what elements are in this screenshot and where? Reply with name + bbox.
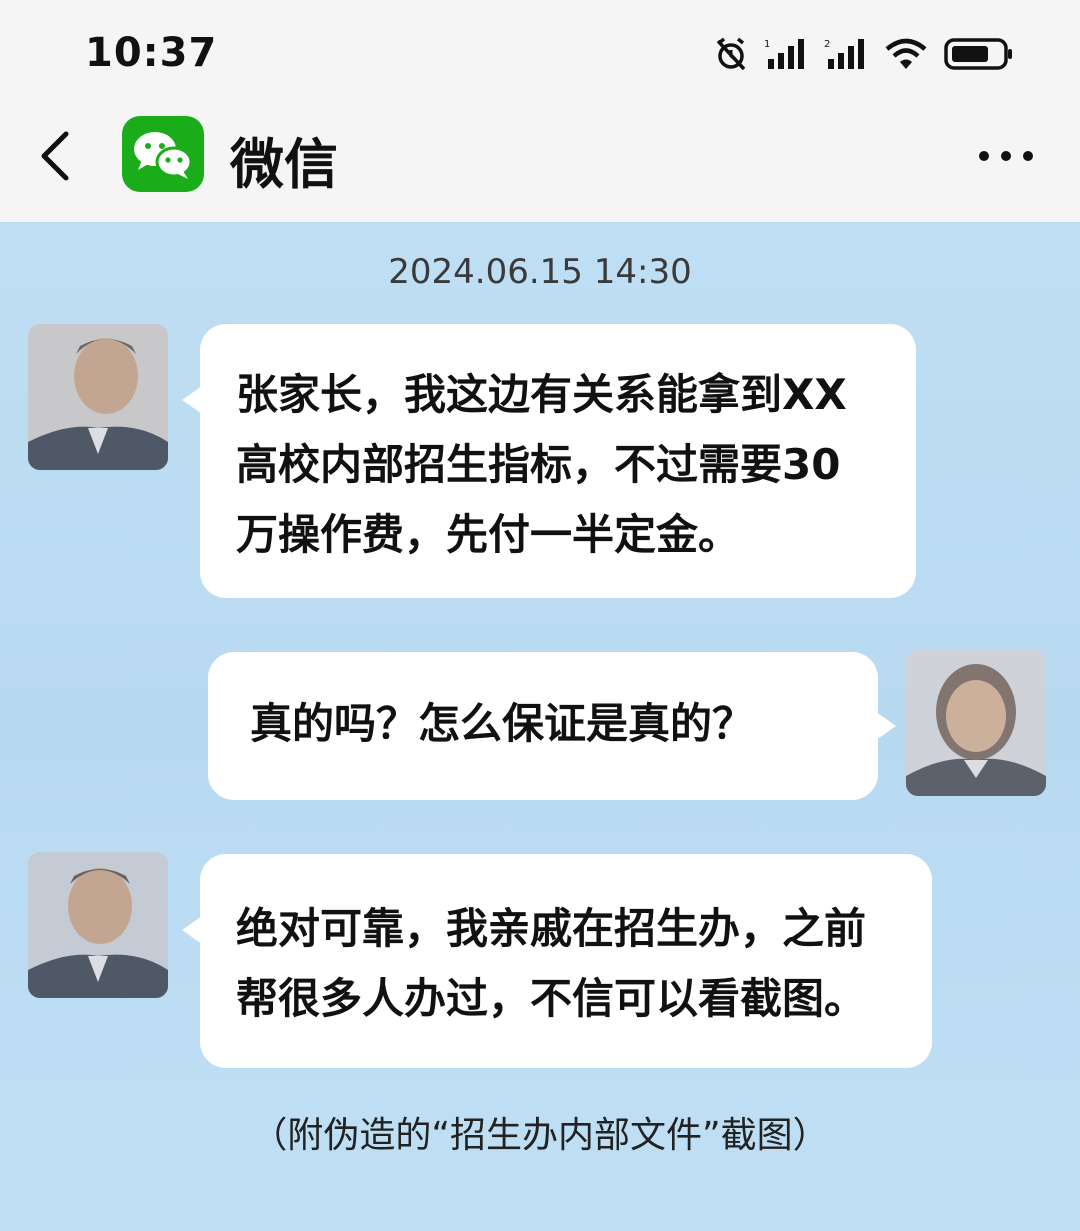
message-line: 绝对可靠，我亲戚在招生办，之前 bbox=[236, 904, 867, 953]
message-bubble-received[interactable]: 绝对可靠，我亲戚在招生办，之前 帮很多人办过，不信可以看截图。 bbox=[182, 854, 932, 1068]
signal-sim1-icon: 1 bbox=[764, 39, 804, 69]
chat-timestamp: 2024.06.15 14:30 bbox=[388, 252, 692, 292]
svg-text:1: 1 bbox=[764, 39, 770, 50]
message-bubble-sent[interactable]: 真的吗？怎么保证是真的？ bbox=[208, 652, 896, 800]
sender-avatar[interactable] bbox=[28, 852, 168, 998]
message-line: 帮很多人办过，不信可以看截图。 bbox=[236, 974, 867, 1023]
battery-icon bbox=[944, 38, 1012, 70]
status-icons: 1 2 bbox=[714, 34, 1014, 74]
page-title: 微信 bbox=[230, 133, 338, 196]
more-dots-icon[interactable] bbox=[976, 145, 1036, 167]
sender-avatar[interactable] bbox=[28, 324, 168, 470]
message-bubble-received[interactable]: 张家长，我这边有关系能拿到XX 高校内部招生指标，不过需要30 万操作费，先付一… bbox=[182, 324, 916, 598]
wifi-icon bbox=[885, 38, 927, 69]
chevron-left-icon[interactable] bbox=[36, 128, 76, 184]
alarm-off-icon bbox=[716, 37, 746, 71]
message-line: 万操作费，先付一半定金。 bbox=[236, 510, 741, 559]
wechat-logo-icon bbox=[122, 116, 204, 192]
chat-area: 2024.06.15 14:30 张家长，我这边有关系能拿到XX 高校内部招生指… bbox=[0, 222, 1080, 1231]
self-avatar[interactable] bbox=[906, 650, 1046, 796]
signal-sim2-icon: 2 bbox=[824, 39, 864, 69]
image-caption: （附伪造的“招生办内部文件”截图） bbox=[251, 1115, 829, 1156]
top-bar: 10:37 1 2 微信 bbox=[0, 0, 1080, 222]
message-line: 高校内部招生指标，不过需要30 bbox=[236, 440, 841, 489]
message-line: 张家长，我这边有关系能拿到XX bbox=[236, 370, 847, 419]
svg-text:2: 2 bbox=[824, 39, 830, 50]
status-time: 10:37 bbox=[85, 30, 218, 76]
message-line: 真的吗？怎么保证是真的？ bbox=[250, 699, 755, 748]
